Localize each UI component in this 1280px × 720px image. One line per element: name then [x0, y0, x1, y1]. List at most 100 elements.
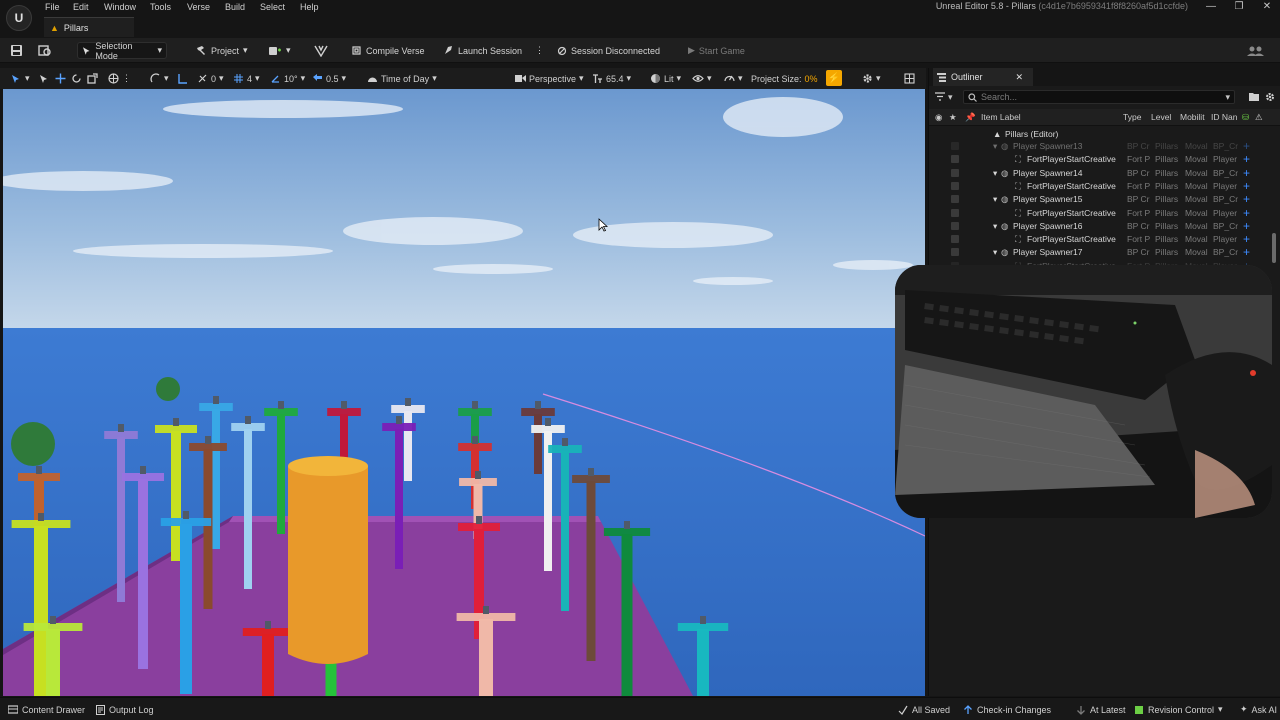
- launch-options-icon[interactable]: ⋮: [535, 42, 544, 59]
- menu-verse[interactable]: Verse: [187, 2, 210, 14]
- filter-dropdown[interactable]: ▾: [935, 92, 953, 103]
- add-revision-icon[interactable]: +: [1243, 219, 1250, 233]
- revision-column-icon[interactable]: ⛁: [1242, 112, 1249, 123]
- world-space-icon[interactable]: [108, 71, 119, 86]
- visibility-column-icon[interactable]: ◉: [935, 112, 942, 123]
- unreal-logo-icon[interactable]: U: [6, 5, 32, 31]
- grid-size-dropdown[interactable]: 4 ▾: [233, 71, 260, 86]
- menu-tools[interactable]: Tools: [150, 2, 171, 14]
- visibility-toggle-icon[interactable]: [951, 248, 959, 257]
- at-latest-indicator[interactable]: At Latest: [1076, 703, 1126, 716]
- outliner-row[interactable]: ⛶ FortPlayerStartCreative Fort P Pillars Mov…: [929, 179, 1280, 193]
- outliner-scrollbar[interactable]: [1272, 233, 1276, 263]
- ask-ai-button[interactable]: ✦ Ask AI: [1240, 703, 1277, 716]
- visibility-toggle-icon[interactable]: [951, 168, 959, 177]
- selection-mode-dropdown[interactable]: Selection Mode ▾: [77, 41, 167, 61]
- add-revision-icon[interactable]: +: [1243, 192, 1250, 206]
- view-mode-dropdown[interactable]: Lit ▾: [650, 71, 681, 86]
- save-icon[interactable]: [10, 42, 23, 59]
- revision-control-dropdown[interactable]: Revision Control ▾: [1134, 703, 1223, 716]
- outliner-tab[interactable]: Outliner ✕: [933, 68, 1033, 86]
- add-revision-icon[interactable]: +: [1243, 152, 1250, 166]
- outliner-row[interactable]: ▾ ◍ Player Spawner17 BP Cr Pillars Moval BP_Cr…: [929, 245, 1280, 259]
- show-flags-dropdown[interactable]: ▾: [692, 71, 712, 86]
- column-item-label[interactable]: Item Label: [981, 112, 1021, 122]
- pin-column-icon[interactable]: 📌: [965, 112, 976, 123]
- expand-chevron-icon[interactable]: ▾: [993, 168, 997, 179]
- time-of-day-dropdown[interactable]: Time of Day ▾: [367, 71, 437, 86]
- maximize-button[interactable]: ❐: [1224, 0, 1254, 14]
- outliner-row[interactable]: ⛶ FortPlayerStartCreative Fort P Pillars Mov…: [929, 232, 1280, 246]
- column-id-name[interactable]: ID Nan: [1211, 112, 1237, 122]
- project-size-warning-icon[interactable]: ⚡: [826, 70, 842, 86]
- viewport-settings-dropdown[interactable]: ▾: [862, 71, 881, 86]
- column-type[interactable]: Type: [1123, 112, 1141, 122]
- expand-chevron-icon[interactable]: ▾: [993, 247, 997, 258]
- outliner-row[interactable]: ▾ ◍ Player Spawner16 BP Cr Pillars Moval BP_Cr…: [929, 219, 1280, 233]
- start-game-button[interactable]: ▶ Start Game: [688, 42, 745, 59]
- expand-chevron-icon[interactable]: ▾: [993, 221, 997, 232]
- rotate-icon[interactable]: [71, 71, 82, 86]
- output-log-button[interactable]: Output Log: [96, 703, 154, 716]
- collab-users-icon[interactable]: [1246, 42, 1266, 59]
- outliner-row[interactable]: ▾ ◍ Player Spawner14 BP Cr Pillars Moval BP_Cr…: [929, 166, 1280, 180]
- add-revision-icon[interactable]: +: [1243, 206, 1250, 220]
- perspective-dropdown[interactable]: Perspective ▾: [515, 71, 584, 86]
- all-saved-indicator[interactable]: All Saved: [898, 703, 950, 716]
- menu-edit[interactable]: Edit: [73, 2, 89, 14]
- angle-snap-dropdown[interactable]: 10° ▾: [270, 71, 305, 86]
- expand-chevron-icon[interactable]: ▾: [993, 141, 997, 152]
- menu-window[interactable]: Window: [104, 2, 136, 14]
- launch-session-button[interactable]: Launch Session: [443, 42, 522, 59]
- performance-dropdown[interactable]: ▾: [724, 71, 743, 86]
- add-content-dropdown[interactable]: ▾: [268, 42, 291, 59]
- surface-snap-dropdown[interactable]: ▾: [150, 71, 169, 86]
- visibility-toggle-icon[interactable]: [951, 221, 959, 230]
- browse-icon[interactable]: [38, 42, 52, 59]
- warning-column-icon[interactable]: ⚠: [1255, 112, 1263, 123]
- menu-help[interactable]: Help: [300, 2, 319, 14]
- scale-snap-dropdown[interactable]: 0.5 ▾: [312, 71, 346, 86]
- visibility-toggle-icon[interactable]: [951, 235, 959, 244]
- more-options-icon[interactable]: ⋮: [122, 71, 131, 86]
- column-level[interactable]: Level: [1151, 112, 1171, 122]
- compile-verse-button[interactable]: Compile Verse: [351, 42, 425, 59]
- outliner-row[interactable]: ⛶ FortPlayerStartCreative Fort P Pillars Mov…: [929, 206, 1280, 220]
- scale-icon[interactable]: [87, 71, 98, 86]
- close-tab-icon[interactable]: ✕: [1016, 72, 1024, 83]
- grid-snap-toggle[interactable]: [177, 71, 188, 86]
- add-revision-icon[interactable]: +: [1243, 179, 1250, 193]
- check-in-changes-button[interactable]: Check-in Changes: [963, 703, 1051, 716]
- rotation-snap-dropdown[interactable]: 0 ▾: [197, 71, 224, 86]
- add-revision-icon[interactable]: +: [1243, 139, 1250, 153]
- fov-dropdown[interactable]: 65.4 ▾: [592, 71, 631, 86]
- menu-build[interactable]: Build: [225, 2, 245, 14]
- outliner-row[interactable]: ⛶ FortPlayerStartCreative Fort P Pillars Mov…: [929, 152, 1280, 166]
- content-drawer-button[interactable]: Content Drawer: [8, 703, 85, 716]
- visibility-toggle-icon[interactable]: [951, 181, 959, 190]
- document-tab-pillars[interactable]: ▲ Pillars: [44, 17, 134, 37]
- gear-icon[interactable]: [1265, 92, 1275, 102]
- outliner-search-input[interactable]: Search... ▾: [963, 90, 1235, 104]
- verse-icon[interactable]: [314, 42, 328, 59]
- add-revision-icon[interactable]: +: [1243, 245, 1250, 259]
- select-mode-icon[interactable]: [39, 71, 49, 86]
- visibility-toggle-icon[interactable]: [951, 142, 959, 150]
- visibility-toggle-icon[interactable]: [951, 195, 959, 204]
- close-window-button[interactable]: ✕: [1252, 0, 1280, 14]
- expand-chevron-icon[interactable]: ▾: [993, 194, 997, 205]
- visibility-toggle-icon[interactable]: [951, 208, 959, 217]
- add-folder-icon[interactable]: [1249, 92, 1259, 101]
- add-revision-icon[interactable]: +: [1243, 232, 1250, 246]
- column-mobility[interactable]: Mobilit: [1180, 112, 1205, 122]
- visibility-toggle-icon[interactable]: [951, 155, 959, 164]
- menu-file[interactable]: File: [45, 2, 60, 14]
- menu-select[interactable]: Select: [260, 2, 285, 14]
- viewport-layout-icon[interactable]: [904, 71, 915, 86]
- outliner-row[interactable]: ▾ ◍ Player Spawner15 BP Cr Pillars Moval BP_Cr…: [929, 192, 1280, 206]
- translate-icon[interactable]: [55, 71, 66, 86]
- favorite-column-icon[interactable]: ★: [949, 112, 957, 123]
- level-viewport[interactable]: [3, 89, 925, 696]
- viewport-options-dropdown[interactable]: ▾: [10, 71, 30, 86]
- project-dropdown[interactable]: Project ▾: [196, 42, 248, 59]
